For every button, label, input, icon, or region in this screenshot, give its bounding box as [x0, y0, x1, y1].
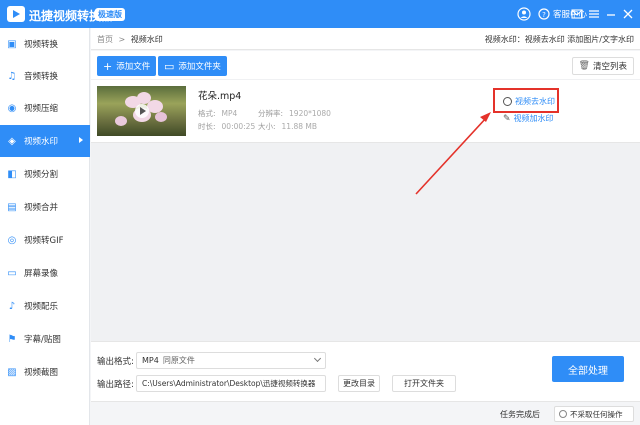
chevron-down-icon: [313, 354, 322, 363]
sidebar-item-label: 视频分割: [24, 170, 59, 180]
sidebar-item-label: 视频合并: [24, 203, 59, 213]
breadcrumb-current: 视频水印: [130, 35, 163, 44]
menu-icon[interactable]: [588, 7, 600, 26]
help-icon[interactable]: ?: [538, 7, 550, 26]
video-thumbnail[interactable]: [97, 86, 186, 136]
sidebar-item-label: 屏幕录像: [24, 269, 59, 279]
add-folder-button[interactable]: ▭ 添加文件夹: [158, 56, 227, 76]
format-info: 格式: MP4: [198, 109, 238, 118]
output-format-label: 输出格式:: [97, 357, 134, 367]
clock-icon: [559, 410, 567, 418]
after-task-value: 不采取任何操作: [570, 409, 623, 419]
process-all-button[interactable]: 全部处理: [552, 356, 624, 382]
trash-icon: 🗑: [578, 61, 590, 71]
file-name: 花朵.mp4: [198, 91, 242, 102]
remove-watermark-button[interactable]: 视频去水印: [503, 96, 555, 107]
sidebar-item-screen-record[interactable]: ▭ 屏幕录像: [0, 257, 90, 289]
sidebar-item-video-compress[interactable]: ◉ 视频压缩: [0, 92, 90, 124]
title-bar: 迅捷视频转换器 极速版 ? 客服中心: [0, 0, 640, 28]
remove-watermark-icon: [503, 97, 512, 106]
sidebar-item-label: 视频转换: [24, 40, 59, 50]
sidebar: ▣ 视频转换 ♫ 音频转换 ◉ 视频压缩 ◈ 视频水印 ◧ 视频分割 ▤ 视频合…: [0, 28, 90, 425]
breadcrumb: 首页 > 视频水印: [97, 34, 163, 45]
status-bar: 任务完成后 不采取任何操作: [91, 401, 640, 425]
sidebar-item-label: 视频压缩: [24, 104, 59, 114]
app-logo-icon: [7, 6, 25, 22]
toolbar: + 添加文件 ▭ 添加文件夹 🗑 清空列表: [91, 51, 640, 79]
sidebar-item-label: 视频水印: [24, 137, 59, 147]
duration-info: 时长: 00:00:25: [198, 122, 256, 131]
compress-icon: ◉: [7, 102, 17, 114]
sidebar-item-label: 视频转GIF: [24, 236, 64, 246]
active-arrow-icon: [79, 137, 83, 143]
after-task-label: 任务完成后: [500, 410, 540, 419]
sidebar-item-label: 视频截图: [24, 368, 59, 378]
plus-icon: +: [103, 59, 113, 73]
sidebar-item-video-music[interactable]: ♪ 视频配乐: [0, 290, 90, 322]
gif-icon: ◎: [7, 234, 17, 246]
output-path-field[interactable]: C:\Users\Administrator\Desktop\迅捷视频转换器: [136, 375, 326, 392]
add-watermark-label: 视频加水印: [513, 114, 554, 123]
add-watermark-button[interactable]: ✎ 视频加水印: [503, 113, 554, 124]
merge-icon: ▤: [7, 201, 17, 213]
breadcrumb-bar: 首页 > 视频水印 视频水印：视频去水印 添加图片/文字水印: [91, 28, 640, 50]
output-settings: 输出格式: MP4 同原文件 输出路径: C:\Users\Administrat…: [91, 341, 640, 401]
after-task-select[interactable]: 不采取任何操作: [554, 406, 634, 422]
add-file-button[interactable]: + 添加文件: [97, 56, 157, 76]
add-folder-label: 添加文件夹: [178, 62, 221, 72]
feature-description: 视频水印：视频去水印 添加图片/文字水印: [484, 35, 634, 44]
svg-text:?: ?: [542, 11, 546, 19]
file-list: 花朵.mp4 格式: MP4 分辨率: 1920*1080 时长: 00:00:25 …: [91, 79, 640, 341]
sidebar-item-label: 音频转换: [24, 72, 59, 82]
sidebar-item-video-convert[interactable]: ▣ 视频转换: [0, 28, 90, 60]
resolution-info: 分辨率: 1920*1080: [258, 109, 331, 118]
output-format-value: MP4: [142, 356, 159, 365]
minimize-icon[interactable]: [605, 7, 617, 26]
video-convert-icon: ▣: [7, 38, 17, 50]
edit-icon: ✎: [503, 113, 511, 124]
sidebar-item-video-merge[interactable]: ▤ 视频合并: [0, 191, 90, 223]
close-icon[interactable]: [622, 7, 634, 26]
breadcrumb-separator: >: [118, 35, 126, 44]
edition-badge: 极速版: [95, 8, 125, 21]
user-icon[interactable]: [517, 7, 531, 26]
screenshot-icon: ▨: [7, 366, 17, 378]
sidebar-item-label: 视频配乐: [24, 302, 59, 312]
output-format-sub: 同原文件: [162, 356, 195, 365]
sidebar-item-audio-convert[interactable]: ♫ 音频转换: [0, 60, 90, 92]
breadcrumb-home[interactable]: 首页: [97, 35, 113, 44]
sidebar-item-video-watermark[interactable]: ◈ 视频水印: [0, 125, 90, 157]
music-icon: ♪: [8, 300, 16, 312]
change-directory-button[interactable]: 更改目录: [338, 375, 380, 392]
clear-list-button[interactable]: 🗑 清空列表: [571, 57, 634, 75]
sidebar-item-label: 字幕/贴图: [24, 335, 61, 345]
play-icon[interactable]: [135, 104, 149, 118]
sidebar-item-subtitle[interactable]: ⚑ 字幕/贴图: [0, 323, 90, 355]
output-format-select[interactable]: MP4 同原文件: [136, 352, 326, 369]
record-icon: ▭: [7, 267, 17, 279]
output-path-label: 输出路径:: [97, 380, 134, 390]
split-icon: ◧: [7, 168, 17, 180]
sidebar-item-video-split[interactable]: ◧ 视频分割: [0, 158, 90, 190]
size-info: 大小: 11.88 MB: [258, 122, 318, 131]
mail-icon[interactable]: [571, 7, 583, 26]
folder-icon: ▭: [164, 59, 175, 73]
list-item[interactable]: 花朵.mp4 格式: MP4 分辨率: 1920*1080 时长: 00:00:25 …: [91, 80, 640, 143]
audio-convert-icon: ♫: [7, 70, 17, 82]
watermark-icon: ◈: [8, 135, 16, 147]
sidebar-item-video-to-gif[interactable]: ◎ 视频转GIF: [0, 224, 90, 256]
open-folder-button[interactable]: 打开文件夹: [392, 375, 456, 392]
subtitle-icon: ⚑: [7, 333, 17, 345]
remove-watermark-label: 视频去水印: [515, 97, 555, 106]
add-file-label: 添加文件: [116, 62, 151, 72]
clear-list-label: 清空列表: [592, 62, 627, 72]
sidebar-item-video-screenshot[interactable]: ▨ 视频截图: [0, 356, 90, 388]
